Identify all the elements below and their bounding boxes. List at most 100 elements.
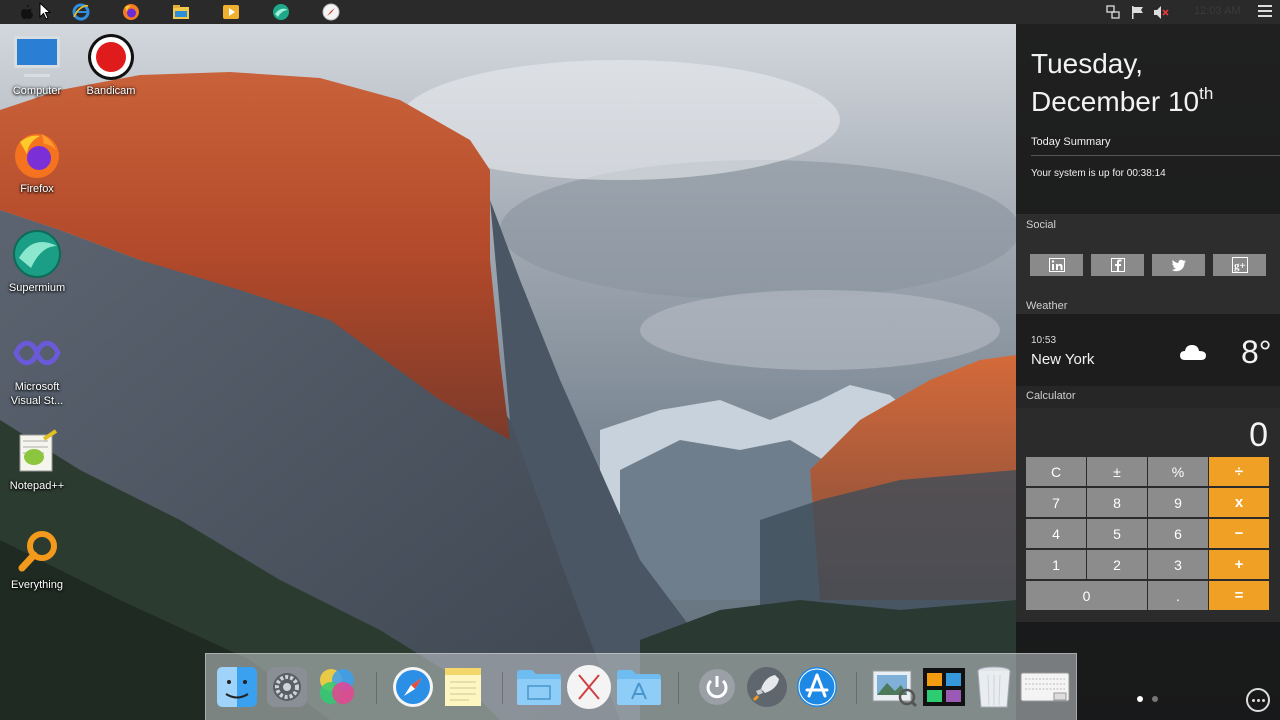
trash-icon[interactable] xyxy=(971,664,1017,710)
system-preferences-icon[interactable] xyxy=(264,664,310,710)
x-window-icon[interactable] xyxy=(566,664,612,710)
desktop-icon-label: Firefox xyxy=(20,183,54,195)
calc-key-2[interactable]: 2 xyxy=(1087,550,1147,579)
desktop-icon-label: Supermium xyxy=(8,282,66,294)
calc-key-clear[interactable]: C xyxy=(1026,457,1086,486)
dock-separator xyxy=(678,672,679,704)
dock-separator xyxy=(502,672,503,704)
clock[interactable]: 12:03 AM xyxy=(1194,5,1240,17)
calc-key-percent[interactable]: % xyxy=(1148,457,1208,486)
supermium-icon[interactable] xyxy=(272,3,290,21)
firefox-icon xyxy=(10,128,64,182)
google-plus-icon: g+ xyxy=(1231,257,1248,273)
date-weekday: Tuesday, xyxy=(1031,48,1144,79)
computer-icon xyxy=(10,30,64,84)
top-menu-bar: 12:03 AM xyxy=(0,0,1280,24)
ie-icon[interactable] xyxy=(72,3,90,21)
calculator-display: 0 xyxy=(1249,416,1268,454)
launchpad-icon[interactable] xyxy=(744,664,790,710)
calc-key-divide[interactable]: ÷ xyxy=(1209,457,1269,486)
calc-key-add[interactable]: + xyxy=(1209,550,1269,579)
everything-search-icon xyxy=(10,524,64,578)
dock xyxy=(205,653,1077,720)
calc-key-0[interactable]: 0 xyxy=(1026,581,1147,610)
page-dot-active[interactable] xyxy=(1137,696,1143,702)
weather-title: Weather xyxy=(1026,300,1068,312)
folder-icon[interactable] xyxy=(516,664,562,710)
safari-compass-icon[interactable] xyxy=(322,3,340,21)
calc-key-9[interactable]: 9 xyxy=(1148,488,1208,517)
desktop-icon-label: Bandicam xyxy=(86,85,136,97)
notification-widget-panel: Tuesday, December 10th Today Summary You… xyxy=(1016,24,1280,720)
twitter-icon xyxy=(1170,259,1186,271)
calc-key-1[interactable]: 1 xyxy=(1026,550,1086,579)
svg-text:g+: g+ xyxy=(1234,260,1246,272)
keyboard-viewer-icon[interactable] xyxy=(1019,664,1071,710)
facebook-button[interactable] xyxy=(1091,254,1144,276)
hamburger-menu-icon[interactable] xyxy=(1258,5,1272,19)
app-store-icon[interactable] xyxy=(794,664,840,710)
photo-gallery-icon[interactable] xyxy=(921,664,967,710)
calc-key-equals[interactable]: = xyxy=(1209,581,1269,610)
uptime-text: Your system is up for 00:38:14 xyxy=(1031,168,1166,179)
file-explorer-icon[interactable] xyxy=(172,3,190,21)
twitter-button[interactable] xyxy=(1152,254,1205,276)
notes-icon[interactable] xyxy=(440,664,486,710)
media-player-icon[interactable] xyxy=(222,3,240,21)
firefox-icon[interactable] xyxy=(122,3,140,21)
mouse-cursor-icon xyxy=(36,2,54,20)
calc-key-plus-minus[interactable]: ± xyxy=(1087,457,1147,486)
desktop-icon-notepadpp[interactable]: Notepad++ xyxy=(0,425,74,493)
cloud-icon xyxy=(1180,345,1206,360)
visual-studio-icon xyxy=(10,326,64,380)
network-icon[interactable] xyxy=(1105,4,1121,20)
calc-key-4[interactable]: 4 xyxy=(1026,519,1086,548)
power-icon[interactable] xyxy=(694,664,740,710)
weather-city: New York xyxy=(1031,351,1095,368)
supermium-icon xyxy=(10,227,64,281)
calculator-title: Calculator xyxy=(1026,390,1076,402)
preview-icon[interactable] xyxy=(871,664,917,710)
notepadpp-icon xyxy=(10,425,64,479)
game-center-icon[interactable] xyxy=(314,664,360,710)
bandicam-icon xyxy=(84,30,138,84)
desktop-icon-supermium[interactable]: Supermium xyxy=(0,227,74,295)
calc-key-3[interactable]: 3 xyxy=(1148,550,1208,579)
desktop-icon-label: Everything xyxy=(11,579,63,591)
desktop-icon-label: Microsoft Visual St... xyxy=(10,381,64,407)
more-options-button[interactable] xyxy=(1246,688,1270,712)
calc-key-decimal[interactable]: . xyxy=(1148,581,1208,610)
calc-key-8[interactable]: 8 xyxy=(1087,488,1147,517)
date-month-day: December 10th xyxy=(1031,84,1213,118)
desktop-icon-everything[interactable]: Everything xyxy=(0,524,74,592)
apple-icon[interactable] xyxy=(18,3,36,21)
weather-temperature: 8° xyxy=(1241,334,1272,370)
calc-key-7[interactable]: 7 xyxy=(1026,488,1086,517)
desktop-icon-label: Computer xyxy=(12,85,62,97)
linkedin-button[interactable] xyxy=(1030,254,1083,276)
calc-key-5[interactable]: 5 xyxy=(1087,519,1147,548)
calc-key-multiply[interactable]: x xyxy=(1209,488,1269,517)
desktop-icon-visual-studio[interactable]: Microsoft Visual St... xyxy=(0,326,74,408)
social-title: Social xyxy=(1026,219,1056,231)
safari-icon[interactable] xyxy=(390,664,436,710)
desktop-icon-firefox[interactable]: Firefox xyxy=(0,128,74,196)
date-suffix: th xyxy=(1199,84,1214,103)
linkedin-icon xyxy=(1048,258,1065,272)
calc-key-subtract[interactable]: − xyxy=(1209,519,1269,548)
dock-separator xyxy=(376,672,377,704)
today-summary-title: Today Summary xyxy=(1031,136,1111,148)
flag-icon[interactable] xyxy=(1129,4,1145,20)
date-month-day-text: December 10 xyxy=(1031,86,1200,117)
facebook-icon xyxy=(1110,258,1125,272)
calc-key-6[interactable]: 6 xyxy=(1148,519,1208,548)
google-plus-button[interactable]: g+ xyxy=(1213,254,1266,276)
desktop-icon-bandicam[interactable]: Bandicam xyxy=(74,30,148,98)
applications-folder-icon[interactable] xyxy=(616,664,662,710)
dock-separator xyxy=(856,672,857,704)
volume-muted-icon[interactable] xyxy=(1153,4,1169,20)
desktop-icon-computer[interactable]: Computer xyxy=(0,30,74,98)
finder-icon[interactable] xyxy=(214,664,260,710)
weather-time: 10:53 xyxy=(1031,335,1057,346)
page-dot[interactable] xyxy=(1152,696,1158,702)
